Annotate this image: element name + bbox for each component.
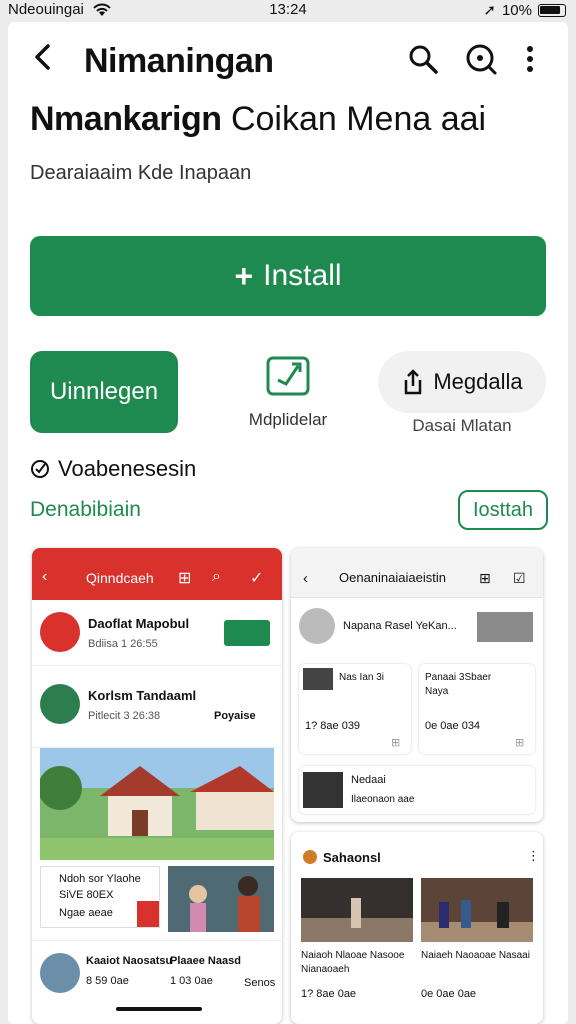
top-app-bar: Nimaningan [8, 22, 568, 102]
chip [224, 620, 270, 646]
tile-1: Ndoh sor Ylaohe SiVE 80EX Ngae aeae [40, 866, 160, 928]
station-photo [301, 878, 413, 942]
building-photo [40, 748, 274, 860]
thumbnail [477, 612, 533, 642]
card-meta: 1? 8ae 039 [305, 720, 361, 732]
item-sub: Nianaoaeh [301, 964, 350, 975]
s1-header-title: Qinndcaeh [86, 570, 154, 586]
avatar [40, 612, 80, 652]
s2-header: ‹ Oenaninaiaiaeistin ⊞ ☑ [291, 548, 543, 598]
item-title: Naiaoh Nlaoae Nasooe [301, 950, 405, 961]
status-bar: Ndeouingai 13:24 ➚ 10% [0, 0, 576, 22]
app-name-rest: Coikan Mena aai [230, 100, 487, 138]
grid-icon: ⊞ [178, 570, 192, 587]
outline-button[interactable]: Iosttah [458, 490, 548, 530]
group-photo [421, 878, 533, 942]
home-indicator [116, 1007, 202, 1011]
search-icon[interactable] [406, 42, 440, 76]
list-item: Korlsm Tandaaml Pitlecit 3 26:38 Poyaise [32, 666, 282, 748]
grey-pill-caption: Dasai Mlatan [412, 416, 512, 435]
back-icon: ‹ [303, 570, 308, 587]
details-link[interactable]: Denabibiain [30, 498, 141, 522]
item-meta: 1? 8ae 0ae [301, 988, 357, 1000]
item-title: Naiaeh Naoaoae Nasaai [421, 950, 530, 961]
grey-pill-button[interactable]: Megdalla [378, 351, 546, 413]
bottom-line: 1 03 0ae [170, 975, 213, 987]
page-title: Nimaningan [84, 42, 274, 80]
flag-icon [137, 901, 159, 927]
check-icon: ☑ [513, 570, 526, 586]
chevron-left-icon[interactable] [26, 40, 60, 74]
more-vert-icon[interactable] [520, 42, 540, 76]
middle-action[interactable]: Mdplidelar [238, 354, 338, 430]
app-detail-card: Nimaningan Nmankarign Coikan Mena aai De… [8, 22, 568, 1024]
row-meta: Pitlecit 3 26:38 [88, 710, 161, 722]
mini-card: Nedaai Ilaeonaon aae [299, 766, 535, 814]
mini-card: Nas Ian 3i 1? 8ae 039 ⊞ [299, 664, 411, 754]
tile-line: Ngae aeae [59, 907, 113, 919]
avatar [40, 684, 80, 724]
check-icon: ✓ [250, 570, 264, 587]
check-row: Voabenesesin [30, 456, 196, 482]
bottom-line: Kaaiot Naosatsu [86, 955, 173, 967]
check-circle-icon [31, 460, 49, 478]
tile-line: SiVE 80EX [59, 889, 114, 901]
row-meta: Ilaeonaon aae [351, 794, 415, 805]
screenshot-2[interactable]: ‹ Oenaninaiaiaeistin ⊞ ☑ Napana Rasel Ye… [291, 548, 543, 822]
s2-header-title: Oenaninaiaiaeistin [339, 570, 446, 585]
zoom-icon[interactable] [464, 42, 498, 76]
add-icon: ⊞ [391, 737, 401, 749]
row-title: Nedaai [351, 774, 386, 786]
s1-header: ‹ Qinndcaeh ⊞ ⌕ ✓ [32, 548, 282, 600]
more-vert-icon: ⋮ [527, 848, 540, 863]
battery-percent: 10% [501, 1, 532, 19]
back-icon: ‹ [42, 568, 48, 585]
bottom-line: Plaaee Naasd [170, 955, 241, 967]
location-icon: ➚ [483, 2, 496, 19]
people-photo [168, 866, 274, 932]
share-edit-icon [266, 356, 310, 396]
avatar [303, 850, 317, 864]
row-title: Daoflat Mapobul [88, 616, 190, 631]
list-item: Daoflat Mapobul Bdiisa 1 26:55 [32, 600, 282, 666]
item-meta: 0e 0ae 0ae [421, 988, 477, 1000]
row-meta: Bdiisa 1 26:55 [88, 638, 158, 650]
card-meta: 0e 0ae 034 [425, 720, 481, 732]
check-text: Voabenesesin [58, 456, 197, 481]
install-button[interactable]: + Install [30, 236, 546, 316]
screenshot-3[interactable]: Sahaonsl ⋮ Naiaoh Nlaoae Nasooe Nianaoae… [291, 832, 543, 1024]
app-subtitle: Dearaiaaim Kde Inapaan [30, 162, 252, 184]
bottom-line: 8 59 0ae [86, 975, 129, 987]
thumbnail [303, 772, 343, 808]
bottom-row: Kaaiot Naosatsu 8 59 0ae Plaaee Naasd 1 … [32, 940, 282, 1024]
middle-action-label: Mdplidelar [248, 410, 328, 429]
share-icon [405, 369, 422, 395]
row-title: Korlsm Tandaaml [88, 688, 197, 703]
card-title: Nas Ian 3i [339, 672, 385, 683]
install-label: Install [263, 259, 342, 292]
screenshot-1[interactable]: ‹ Qinndcaeh ⊞ ⌕ ✓ Daoflat Mapobul Bdiisa… [32, 548, 282, 1024]
app-name-bold: Nmankarign [30, 100, 222, 138]
avatar [299, 608, 335, 644]
thumbnail [303, 668, 333, 690]
battery-icon [538, 3, 566, 17]
avatar [40, 953, 80, 993]
plus-icon: + [234, 257, 254, 294]
grey-pill-label: Megdalla [433, 369, 523, 394]
section-title: Sahaonsl [323, 850, 381, 865]
row-title: Napana Rasel YeKan... [343, 620, 457, 632]
uninstall-pill-button[interactable]: Uinnlegen [30, 351, 178, 433]
add-icon: ⊞ [515, 737, 525, 749]
search-icon: ⌕ [212, 568, 221, 585]
card-sub: Naya [425, 686, 449, 697]
mini-card: Panaai 3Sbaer Naya 0e 0ae 034 ⊞ [419, 664, 535, 754]
row-tag: Poyaise [214, 710, 256, 722]
badge: Senos [244, 977, 276, 989]
tile-line: Ndoh sor Ylaohe [59, 873, 141, 885]
app-name: Nmankarign Coikan Mena aai [30, 100, 486, 139]
grid-icon: ⊞ [479, 570, 491, 586]
card-title: Panaai 3Sbaer [425, 672, 492, 683]
status-right: ➚ 10% [483, 1, 566, 19]
